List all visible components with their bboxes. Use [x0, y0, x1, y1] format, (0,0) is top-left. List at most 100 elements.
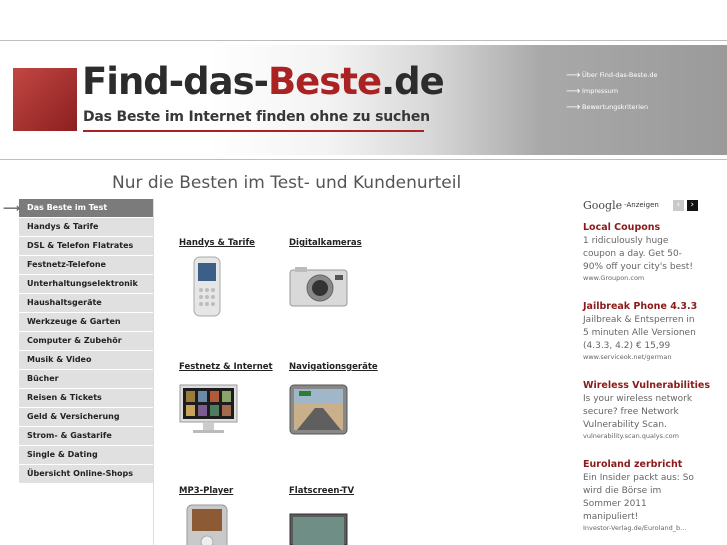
nav-item-festnetz[interactable]: Festnetz-Telefone [19, 256, 153, 274]
header-divider [0, 159, 727, 160]
ad-url[interactable]: vulnerability.scan.qualys.com [583, 432, 698, 440]
ad-url[interactable]: www.Groupon.com [583, 274, 698, 282]
ad-item[interactable]: Wireless Vulnerabilities Is your wireles… [583, 380, 710, 440]
nav-item-label: Das Beste im Test [27, 203, 108, 212]
nav-item-geld[interactable]: Geld & Versicherung [19, 408, 153, 426]
nav-item-strom[interactable]: Strom- & Gastarife [19, 427, 153, 445]
ad-line: secure? free Network [583, 407, 679, 417]
ad-line: Vulnerability Scan. [583, 420, 667, 430]
ad-title[interactable]: Wireless Vulnerabilities [583, 380, 710, 391]
nav-item-label: Handys & Tarife [27, 222, 99, 231]
ad-line: Jailbreak & Entsperren in [583, 315, 695, 325]
nav-item-musik[interactable]: Musik & Video [19, 351, 153, 369]
ad-line: 90% off your city's best! [583, 262, 693, 272]
arrow-right-icon: ⟶ [3, 201, 21, 215]
ad-line: manipuliert! [583, 512, 639, 522]
logo-text-part2: Beste [267, 60, 382, 103]
product-link-festnetz[interactable]: Festnetz & Internet [179, 362, 273, 372]
site-logo[interactable]: Find-das-Beste.de [82, 60, 445, 103]
product-link-mp3[interactable]: MP3-Player [179, 486, 233, 496]
camera-image[interactable] [289, 266, 348, 307]
nav-item-reisen[interactable]: Reisen & Tickets [19, 389, 153, 407]
ad-title[interactable]: Jailbreak Phone 4.3.3 [583, 301, 698, 312]
ad-item[interactable]: Jailbreak Phone 4.3.3 Jailbreak & Entspe… [583, 301, 698, 361]
nav-item-label: Übersicht Online-Shops [27, 469, 134, 478]
nav-item-label: Unterhaltungselektronik [27, 279, 138, 288]
top-links: ⟶ Über Find-das-Beste.de ⟶ Impressum ⟶ Bewe… [566, 67, 657, 115]
product-link-tv[interactable]: Flatscreen-TV [289, 486, 354, 496]
ads-header: Google -Anzeigen ‹ › [583, 198, 698, 212]
nav-item-dsl[interactable]: DSL & Telefon Flatrates [19, 237, 153, 255]
ads-label: -Anzeigen [624, 201, 659, 209]
google-ads: Google -Anzeigen ‹ › Local Coupons 1 rid… [583, 198, 710, 533]
page-title: Nur die Besten im Test- und Kundenurteil [112, 173, 462, 193]
ad-line: wird die Börse im [583, 486, 662, 496]
ad-url[interactable]: Investor-Verlag.de/Euroland_b... [583, 524, 698, 532]
sidebar-divider [153, 199, 154, 545]
nav-item-label: Computer & Zubehör [27, 336, 122, 345]
ad-url[interactable]: www.serviceok.net/german [583, 353, 698, 361]
tv-image[interactable] [289, 513, 348, 545]
gps-device-image[interactable] [289, 384, 348, 435]
logo-square[interactable] [13, 68, 77, 131]
top-link-label: Über Find-das-Beste.de [582, 71, 658, 79]
ad-body: Jailbreak & Entsperren in 5 minuten Alle… [583, 314, 698, 353]
arrow-right-icon: ⟶ [566, 85, 581, 97]
nav-item-label: Single & Dating [27, 450, 98, 459]
nav-item-haushalt[interactable]: Haushaltsgeräte [19, 294, 153, 312]
nav-item-label: Geld & Versicherung [27, 412, 120, 421]
top-link-label: Impressum [582, 87, 619, 95]
site-tagline: Das Beste im Internet finden ohne zu suc… [83, 109, 430, 125]
nav-item-label: DSL & Telefon Flatrates [27, 241, 134, 250]
top-link-label: Bewertungskriterien [582, 103, 649, 111]
chevron-left-icon[interactable]: ‹ [672, 199, 684, 211]
chevron-right-icon[interactable]: › [686, 199, 698, 211]
google-logo: Google [583, 198, 623, 212]
ad-title[interactable]: Euroland zerbricht [583, 459, 698, 470]
ad-title[interactable]: Local Coupons [583, 222, 698, 233]
top-link-impressum[interactable]: ⟶ Impressum [566, 83, 657, 99]
nav-item-label: Werkzeuge & Garten [27, 317, 121, 326]
ad-body: Ein Insider packt aus: So wird die Börse… [583, 472, 698, 524]
nav-item-label: Festnetz-Telefone [27, 260, 106, 269]
ad-line: Ein Insider packt aus: So [583, 473, 694, 483]
nav-item-buecher[interactable]: Bücher [19, 370, 153, 388]
ad-line: 5 minuten Alle Versionen [583, 328, 696, 338]
nav-item-single[interactable]: Single & Dating [19, 446, 153, 464]
tagline-underline [83, 130, 424, 132]
sidebar-nav: ⟶ Das Beste im Test Handys & Tarife DSL &… [0, 199, 153, 484]
nav-item-computer[interactable]: Computer & Zubehör [19, 332, 153, 350]
nav-item-das-beste[interactable]: ⟶ Das Beste im Test [3, 199, 153, 217]
top-divider [0, 40, 727, 41]
arrow-right-icon: ⟶ [566, 101, 581, 113]
ad-item[interactable]: Euroland zerbricht Ein Insider packt aus… [583, 459, 698, 532]
ad-line: Is your wireless network [583, 394, 693, 404]
nav-item-label: Haushaltsgeräte [27, 298, 102, 307]
arrow-right-icon: ⟶ [566, 69, 581, 81]
product-link-navigation[interactable]: Navigationsgeräte [289, 362, 378, 372]
nav-item-label: Reisen & Tickets [27, 393, 102, 402]
product-link-kameras[interactable]: Digitalkameras [289, 238, 362, 248]
nav-item-label: Musik & Video [27, 355, 92, 364]
ad-item[interactable]: Local Coupons 1 ridiculously huge coupon… [583, 222, 698, 282]
monitor-image[interactable] [179, 384, 238, 435]
mp3-player-image[interactable] [186, 504, 228, 545]
mobile-phone-image[interactable] [193, 256, 221, 317]
product-link-handys[interactable]: Handys & Tarife [179, 238, 255, 248]
ad-line: Sommer 2011 [583, 499, 647, 509]
nav-item-label: Strom- & Gastarife [27, 431, 112, 440]
top-link-about[interactable]: ⟶ Über Find-das-Beste.de [566, 67, 657, 83]
logo-text-part3: .de [381, 60, 445, 103]
top-link-criteria[interactable]: ⟶ Bewertungskriterien [566, 99, 657, 115]
nav-item-werkzeuge[interactable]: Werkzeuge & Garten [19, 313, 153, 331]
nav-item-handys[interactable]: Handys & Tarife [19, 218, 153, 236]
nav-item-label: Bücher [27, 374, 59, 383]
logo-text-part1: Find-das- [82, 60, 269, 103]
nav-item-shops[interactable]: Übersicht Online-Shops [19, 465, 153, 483]
ad-line: 1 ridiculously huge [583, 236, 669, 246]
ad-line: (4.3.3, 4.2) € 15,99 [583, 341, 671, 351]
nav-item-unterhaltung[interactable]: Unterhaltungselektronik [19, 275, 153, 293]
ad-body: Is your wireless network secure? free Ne… [583, 393, 698, 432]
ad-body: 1 ridiculously huge coupon a day. Get 50… [583, 235, 698, 274]
ad-line: coupon a day. Get 50- [583, 249, 682, 259]
